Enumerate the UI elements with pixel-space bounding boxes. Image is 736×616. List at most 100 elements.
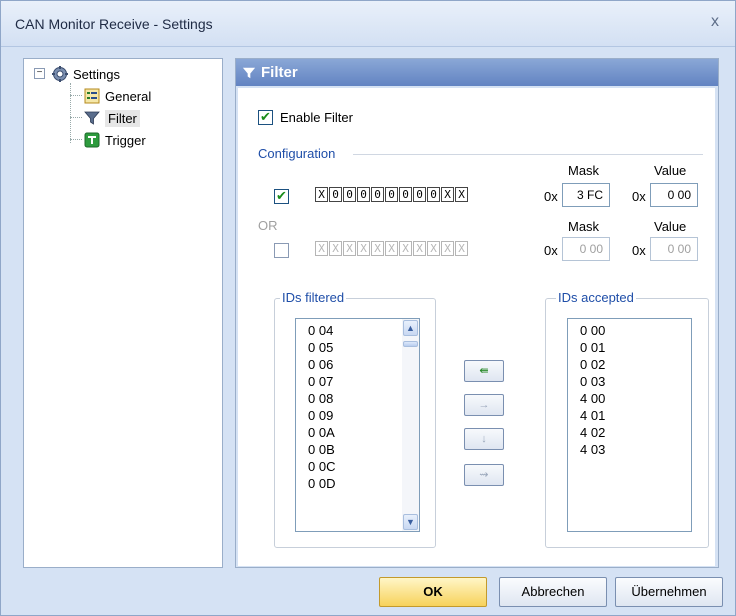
mask-hex-prefix: 0x [544,189,558,204]
scroll-up-button[interactable]: ▲ [403,320,418,336]
list-item[interactable]: 0 04 [296,322,419,339]
id-bit-9[interactable]: X [441,187,454,202]
value-hex-prefix: 0x [632,243,646,258]
list-item[interactable]: 0 0A [296,424,419,441]
move-right-button[interactable]: → [464,394,504,416]
id-bit-5[interactable]: 0 [385,187,398,202]
id-bit-1[interactable]: 0 [329,187,342,202]
tree-item-settings[interactable]: Settings [52,64,120,84]
id-bit-7: X [413,241,426,256]
tree-connector [70,95,82,96]
list-item[interactable]: 0 08 [296,390,419,407]
id-bit-8: X [427,241,440,256]
id-bit-4[interactable]: 0 [371,187,384,202]
list-item[interactable]: 0 03 [568,373,691,390]
value-header: Value [654,163,687,178]
id-bit-2[interactable]: 0 [343,187,356,202]
close-button[interactable]: x [705,12,725,32]
list-item[interactable]: 0 05 [296,339,419,356]
ids-filtered-title: IDs filtered [280,290,347,305]
value-input-disabled: 0 00 [650,237,698,261]
tree-item-label: Filter [105,109,140,127]
config-row-2-checkbox[interactable] [274,243,289,258]
filter-panel: Filter ✔ Enable Filter Configuration Mas… [235,58,719,568]
apply-button[interactable]: Übernehmen [615,577,723,607]
id-bit-3: X [357,241,370,256]
config-row-1-bits: X00000000XX [315,187,469,202]
move-all-left-button[interactable]: ⇚ [464,360,504,382]
id-bit-10: X [455,241,468,256]
mask-input[interactable]: 3 FC [562,183,610,207]
ids-filtered-group: IDs filtered 0 04 0 05 0 06 0 07 0 08 0 09 0 0… [274,290,436,548]
id-bit-6: X [399,241,412,256]
config-row-2-bits: XXXXXXXXXXX [315,241,469,256]
cancel-button[interactable]: Abbrechen [499,577,607,607]
id-bit-2: X [343,241,356,256]
list-item[interactable]: 0 06 [296,356,419,373]
tree-item-general[interactable]: General [84,86,151,106]
id-bit-0: X [315,241,328,256]
divider [353,154,703,155]
value-header: Value [654,219,687,234]
panel-header: Filter [236,59,718,86]
list-item[interactable]: 0 00 [568,322,691,339]
list-item[interactable]: 4 01 [568,407,691,424]
mask-header: Mask [568,219,600,234]
id-bit-3[interactable]: 0 [357,187,370,202]
list-item[interactable]: 0 0C [296,458,419,475]
panel-title: Filter [261,64,298,81]
mask-hex-prefix: 0x [544,243,558,258]
tree-collapse-toggle[interactable]: − [34,68,45,79]
list-item[interactable]: 4 02 [568,424,691,441]
trigger-icon [84,132,100,148]
list-item[interactable]: 0 0B [296,441,419,458]
ids-accepted-list[interactable]: 0 00 0 01 0 02 0 03 4 00 4 01 4 02 4 03 [567,318,692,532]
id-bit-0[interactable]: X [315,187,328,202]
ok-button[interactable]: OK [379,577,487,607]
scroll-down-button[interactable]: ▼ [403,514,418,530]
mask-input-disabled: 0 00 [562,237,610,261]
id-bit-7[interactable]: 0 [413,187,426,202]
move-down-button[interactable]: ↓ [464,428,504,450]
ids-filtered-scrollbar[interactable]: ▲ ▼ [402,319,419,531]
gear-icon [52,66,68,82]
title-bar: CAN Monitor Receive - Settings x [1,1,735,47]
value-hex-prefix: 0x [632,189,646,204]
filter-content: ✔ Enable Filter Configuration Mask Value… [238,88,715,566]
tree-item-trigger[interactable]: Trigger [84,130,146,150]
ids-filtered-list[interactable]: 0 04 0 05 0 06 0 07 0 08 0 09 0 0A 0 0B 0 0C 0 0D… [295,318,420,532]
id-bit-9: X [441,241,454,256]
list-item[interactable]: 0 07 [296,373,419,390]
id-bit-10[interactable]: X [455,187,468,202]
window-title: CAN Monitor Receive - Settings [15,16,213,32]
id-bit-8[interactable]: 0 [427,187,440,202]
settings-tree: − Settings General Filter Trigger [23,58,223,568]
or-label: OR [258,218,278,233]
tree-connector [70,83,71,143]
tree-connector [70,117,82,118]
list-item[interactable]: 0 01 [568,339,691,356]
ids-accepted-group: IDs accepted 0 00 0 01 0 02 0 03 4 00 4 01 4 0… [545,290,709,548]
list-item[interactable]: 4 00 [568,390,691,407]
list-item[interactable]: 4 03 [568,441,691,458]
tree-item-label: Trigger [105,132,146,148]
value-input[interactable]: 0 00 [650,183,698,207]
tree-item-filter[interactable]: Filter [84,108,140,128]
list-item[interactable]: 0 0D [296,475,419,492]
mask-header: Mask [568,163,600,178]
config-row-1-checkbox[interactable]: ✔ [274,189,289,204]
settings-dialog: CAN Monitor Receive - Settings x − Setti… [0,0,736,616]
enable-filter-checkbox[interactable]: ✔ [258,110,273,125]
list-item[interactable]: 0 09 [296,407,419,424]
funnel-icon [84,111,100,125]
id-bit-4: X [371,241,384,256]
enable-filter-label: Enable Filter [280,110,353,125]
scroll-thumb[interactable] [403,341,418,347]
tree-connector [70,139,82,140]
id-bit-5: X [385,241,398,256]
configuration-label: Configuration [258,146,336,161]
id-bit-6[interactable]: 0 [399,187,412,202]
ids-accepted-title: IDs accepted [556,290,636,305]
move-all-right-button[interactable]: ⇝ [464,464,504,486]
list-item[interactable]: 0 02 [568,356,691,373]
